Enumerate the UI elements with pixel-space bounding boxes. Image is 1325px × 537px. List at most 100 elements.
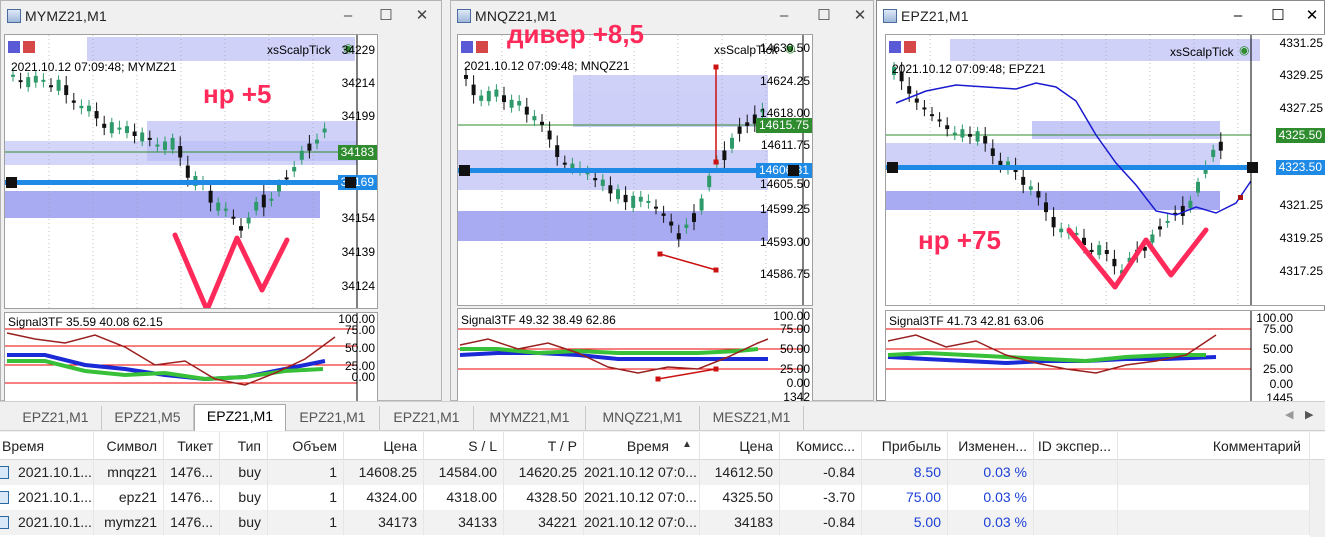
price-chart[interactable]: 2021.10.12 07:09:48; EPZ21 xsScalpTick ◉… — [885, 34, 1325, 306]
maximize-button[interactable]: ☐ — [1267, 5, 1289, 27]
candle — [1089, 249, 1094, 252]
osc-level-label: 100.00 — [773, 309, 810, 323]
price-label: 4329.25 — [1279, 68, 1323, 82]
table-row[interactable]: 2021.10.1... epz21 1476... buy 1 4324.00 4318.… — [0, 485, 1310, 510]
chart-tab[interactable]: EPZ21,M5 — [102, 406, 194, 430]
candle — [631, 195, 636, 208]
column-header[interactable]: Цена — [344, 432, 424, 460]
candle — [269, 198, 274, 201]
candle — [1165, 220, 1170, 223]
price-chart[interactable]: 2021.10.12 07:09:48; MNQZ21 xsScalpTick … — [457, 34, 813, 306]
window-titlebar[interactable]: MYMZ21,M1 – ☐ ✕ — [1, 1, 441, 33]
oscillator-panel[interactable]: Signal3TF 49.32 38.49 62.86 100.00 75.00… — [457, 308, 813, 402]
table-cell: 0.03 % — [948, 485, 1034, 510]
column-header[interactable]: T / P — [504, 432, 584, 460]
line-handle[interactable] — [459, 165, 470, 176]
candle — [56, 79, 61, 91]
candle — [33, 75, 38, 83]
column-header[interactable]: Комментарий — [1118, 432, 1310, 460]
scroll-left-icon[interactable]: ◀ — [1285, 408, 1293, 421]
chart-window-mymz21[interactable]: MYMZ21,M1 – ☐ ✕ 2021.10.12 07:09:48; MYM… — [0, 0, 442, 402]
indicator-label: xsScalpTick — [267, 43, 331, 57]
chart-tab[interactable]: MESZ21,M1 — [700, 406, 804, 430]
chart-tool-icon[interactable] — [8, 41, 20, 53]
chart-window-mnqz21[interactable]: MNQZ21,M1 – ☐ ✕ 2021.10.12 07:09:48; MNQ… — [450, 0, 874, 402]
chart-tabs-bar: EPZ21,M1 EPZ21,M5 EPZ21,M1 EPZ21,M1 EPZ2… — [0, 401, 1325, 431]
candle — [608, 185, 613, 194]
line-handle[interactable] — [1247, 162, 1258, 173]
chart-window-epz21[interactable]: EPZ21,M1 – ☐ ✕ 2021.10.12 07:09:48; EPZ2… — [876, 0, 1325, 402]
line-handle[interactable] — [345, 177, 356, 188]
column-header[interactable]: Тип — [220, 432, 268, 460]
candle — [1036, 191, 1041, 198]
column-header[interactable]: Комисс... — [780, 432, 862, 460]
minimize-button[interactable]: – — [773, 5, 795, 27]
line-handle[interactable] — [887, 162, 898, 173]
chart-tool-icon[interactable] — [889, 41, 901, 53]
table-row[interactable]: 2021.10.1... mymz21 1476... buy 1 34173 34133 3… — [0, 510, 1310, 535]
chart-tool-icon[interactable] — [461, 41, 473, 53]
minimize-button[interactable]: – — [1227, 5, 1249, 27]
table-cell: epz21 — [94, 485, 164, 510]
close-button[interactable]: ✕ — [1301, 5, 1323, 27]
column-header[interactable]: Объем — [268, 432, 344, 460]
column-header[interactable]: Прибыль — [862, 432, 948, 460]
price-label: 34199 — [341, 109, 375, 123]
column-header[interactable]: S / L — [424, 432, 504, 460]
candle — [1104, 250, 1109, 255]
terminal-window: { "windows": [ {"title": "MYMZ21,M1", "s… — [0, 0, 1325, 537]
chart-tab-selected[interactable]: EPZ21,M1 — [194, 404, 286, 431]
table-cell: mymz21 — [94, 510, 164, 535]
candle — [547, 130, 552, 140]
column-header[interactable]: ID экспер... — [1034, 432, 1118, 460]
candle — [464, 75, 468, 79]
line-handle[interactable] — [6, 177, 17, 188]
candle — [745, 122, 750, 126]
chart-tab[interactable]: EPZ21,M1 — [10, 406, 102, 430]
candle — [532, 116, 537, 121]
close-button[interactable]: ✕ — [849, 5, 871, 27]
maximize-button[interactable]: ☐ — [375, 5, 397, 27]
candle — [147, 137, 152, 140]
chart-tab[interactable]: MNQZ21,M1 — [586, 406, 700, 430]
column-header[interactable]: Тикет — [164, 432, 220, 460]
vertical-scrollbar[interactable] — [1310, 460, 1325, 537]
column-header[interactable]: Изменен... — [948, 432, 1034, 460]
scroll-right-icon[interactable]: ▶ — [1305, 408, 1313, 421]
candle — [593, 178, 598, 181]
chart-tool-icon[interactable] — [476, 41, 488, 53]
oscillator-panel[interactable]: Signal3TF 35.59 40.08 62.15 100.00 75.00… — [4, 312, 378, 402]
table-cell: -0.84 — [780, 460, 862, 485]
line-handle[interactable] — [788, 165, 799, 176]
window-titlebar[interactable]: EPZ21,M1 – ☐ ✕ — [877, 1, 1324, 33]
chart-tool-icon[interactable] — [23, 41, 35, 53]
candle — [1211, 149, 1216, 157]
candle — [983, 136, 988, 144]
candle — [737, 126, 742, 134]
table-cell — [1118, 485, 1310, 510]
chart-tab[interactable]: EPZ21,M1 — [286, 406, 380, 430]
maximize-button[interactable]: ☐ — [813, 5, 835, 27]
close-button[interactable]: ✕ — [411, 5, 433, 27]
table-cell — [1034, 485, 1118, 510]
table-cell: 8.50 — [862, 460, 948, 485]
table-row[interactable]: 2021.10.1... mnqz21 1476... buy 1 14608.25 145… — [0, 460, 1310, 485]
oscillator-panel[interactable]: Signal3TF 41.73 42.81 63.06 100.00 75.00… — [885, 310, 1325, 402]
osc-level-label: 50.00 — [779, 342, 810, 356]
minimize-button[interactable]: – — [337, 5, 359, 27]
price-chart[interactable]: 2021.10.12 07:09:48; MYMZ21 xsScalpTick … — [4, 34, 378, 309]
table-cell: 34133 — [424, 510, 504, 535]
column-header[interactable]: Символ — [94, 432, 164, 460]
chart-tab[interactable]: MYMZ21,M1 — [474, 406, 586, 430]
candle — [907, 86, 912, 94]
table-cell: 14608.25 — [344, 460, 424, 485]
candle — [41, 79, 46, 82]
column-header[interactable]: Время — [0, 432, 94, 460]
indicator-icon[interactable]: ◉ — [1239, 43, 1249, 57]
osc-level-label: 50.00 — [344, 341, 375, 355]
chart-tab[interactable]: EPZ21,M1 — [380, 406, 474, 430]
osc-level-label: 75.00 — [1262, 322, 1293, 336]
table-cell: 4324.00 — [344, 485, 424, 510]
chart-tool-icon[interactable] — [904, 41, 916, 53]
column-header[interactable]: Цена — [700, 432, 780, 460]
